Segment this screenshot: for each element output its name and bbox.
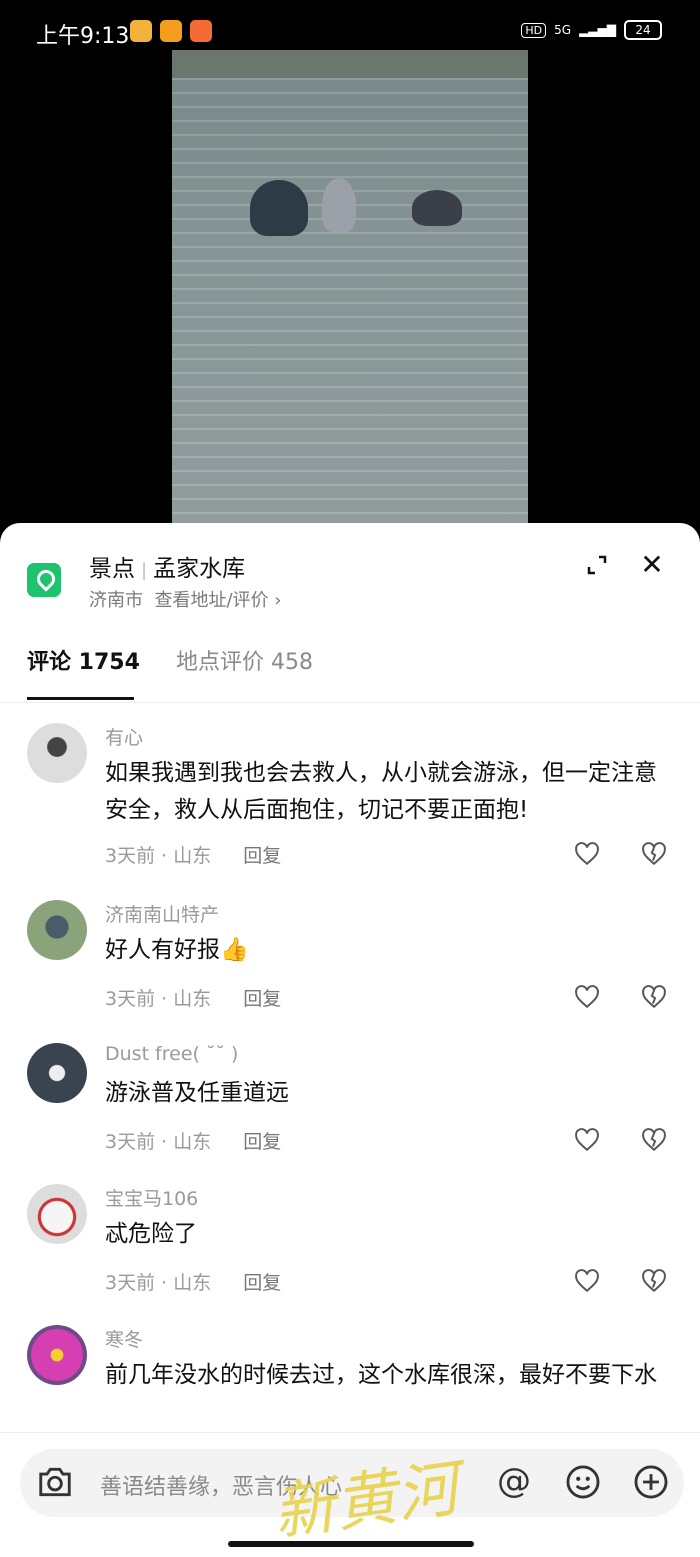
battery-icon: 24 — [624, 20, 662, 40]
signal-icon: ▂▃▅▇ — [579, 23, 616, 37]
place-name: 孟家水库 — [153, 556, 246, 582]
comment-author[interactable]: 有心 — [105, 723, 143, 750]
reply-button[interactable]: 回复 — [243, 988, 281, 1010]
comment-time: 3天前 — [105, 1272, 156, 1294]
app-icon-1 — [130, 20, 152, 42]
dislike-icon[interactable] — [641, 1127, 667, 1153]
comment-text: 前几年没水的时候去过，这个水库很深，最好不要下水 — [105, 1362, 657, 1388]
video-person-3 — [412, 190, 462, 226]
comment-time: 3天前 — [105, 988, 156, 1010]
comment-meta: 3天前 · 山东 回复 — [105, 988, 282, 1010]
comment-author[interactable]: Dust free( ˘˘ ) — [105, 1043, 238, 1065]
comment-author[interactable]: 宝宝马106 — [105, 1184, 198, 1211]
mention-icon[interactable]: @ — [497, 1461, 531, 1501]
video-player[interactable] — [172, 50, 528, 525]
tab-underline — [27, 697, 134, 700]
comment-text: 游泳普及任重道远 — [105, 1080, 289, 1106]
place-header[interactable]: 景点 | 孟家水库 — [89, 549, 245, 583]
place-category: 景点 — [89, 556, 135, 582]
tab-comments[interactable]: 评论 1754 — [27, 644, 140, 676]
comment-region: 山东 — [173, 1131, 212, 1153]
video-person-2 — [322, 178, 356, 232]
reply-button[interactable]: 回复 — [243, 1272, 281, 1294]
like-icon[interactable] — [574, 1127, 600, 1153]
comment-region: 山东 — [173, 988, 212, 1010]
avatar[interactable] — [27, 1043, 87, 1103]
like-icon[interactable] — [574, 1268, 600, 1294]
close-icon[interactable]: ✕ — [640, 551, 664, 579]
camera-icon[interactable] — [36, 1463, 74, 1501]
avatar[interactable] — [27, 1325, 87, 1385]
add-icon[interactable] — [632, 1463, 670, 1501]
app-icon-3 — [190, 20, 212, 42]
place-city: 济南市 — [89, 590, 143, 611]
video-bank — [172, 50, 528, 78]
comment-sheet: 景点 | 孟家水库 济南市 查看地址/评价 › ✕ 评论 1754 地点评价 458… — [0, 523, 700, 1557]
comment-region: 山东 — [173, 845, 212, 867]
status-right: HD 5G ▂▃▅▇ 24 — [521, 20, 662, 40]
like-icon[interactable] — [574, 841, 600, 867]
comment-author[interactable]: 济南南山特产 — [105, 900, 219, 927]
comment-meta: 3天前 · 山东 回复 — [105, 1272, 282, 1294]
avatar[interactable] — [27, 1184, 87, 1244]
tab-place-reviews[interactable]: 地点评价 458 — [176, 644, 313, 676]
comment-text: 忒危险了 — [105, 1221, 197, 1247]
network-label: 5G — [554, 23, 572, 37]
place-subtitle[interactable]: 济南市 查看地址/评价 › — [89, 586, 281, 612]
tab-bar: 评论 1754 地点评价 458 — [0, 638, 700, 703]
dislike-icon[interactable] — [641, 841, 667, 867]
status-app-icons — [130, 20, 212, 42]
video-water — [172, 78, 528, 525]
hd-badge: HD — [521, 22, 547, 38]
dislike-icon[interactable] — [641, 1268, 667, 1294]
reply-button[interactable]: 回复 — [243, 845, 281, 867]
comment-text: 如果我遇到我也会去救人，从小就会游泳，但一定注意安全，救人从后面抱住，切记不要正… — [105, 760, 657, 823]
location-icon — [27, 563, 61, 597]
comment-text: 好人有好报👍 — [105, 937, 249, 963]
comment-author[interactable]: 寒冬 — [105, 1325, 143, 1352]
avatar[interactable] — [27, 723, 87, 783]
emoji-icon[interactable] — [564, 1463, 602, 1501]
app-icon-2 — [160, 20, 182, 42]
dislike-icon[interactable] — [641, 984, 667, 1010]
comment-region: 山东 — [173, 1272, 212, 1294]
comment-time: 3天前 — [105, 1131, 156, 1153]
status-time: 上午9:13 — [36, 24, 130, 49]
comment-meta: 3天前 · 山东 回复 — [105, 845, 282, 867]
comment-meta: 3天前 · 山东 回复 — [105, 1131, 282, 1153]
reply-button[interactable]: 回复 — [243, 1131, 281, 1153]
place-link[interactable]: 查看地址/评价 › — [154, 590, 281, 611]
avatar[interactable] — [27, 900, 87, 960]
home-indicator[interactable] — [228, 1541, 474, 1547]
comment-time: 3天前 — [105, 845, 156, 867]
like-icon[interactable] — [574, 984, 600, 1010]
place-separator: | — [141, 560, 148, 581]
video-person-1 — [250, 180, 308, 236]
expand-icon[interactable] — [585, 553, 609, 577]
